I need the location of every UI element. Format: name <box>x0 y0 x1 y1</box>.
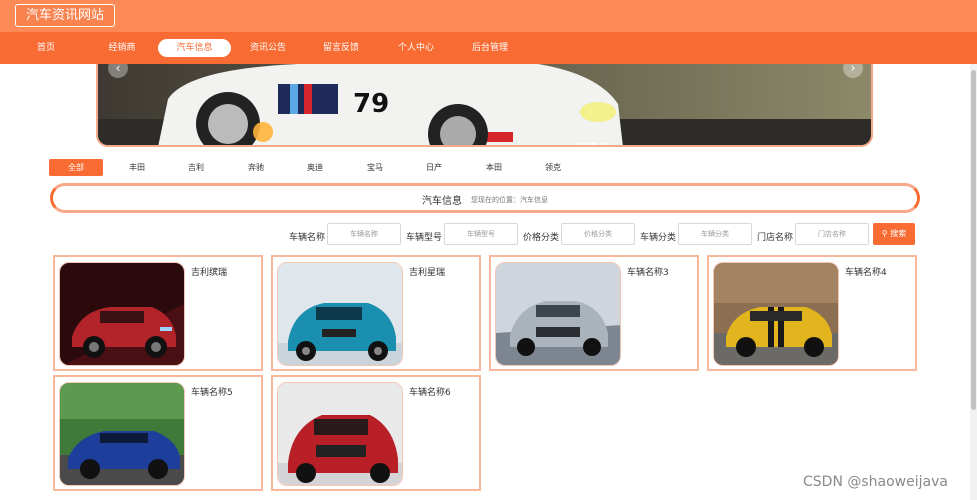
banner-dot[interactable] <box>600 143 608 145</box>
banner-pagination <box>578 131 611 145</box>
car-category-input[interactable]: 车辆分类 <box>678 223 752 245</box>
car-card[interactable]: 车辆名称5 <box>53 375 263 491</box>
car-name[interactable]: 吉利缤瑞 <box>191 265 227 278</box>
page-scrollbar[interactable] <box>970 64 977 500</box>
nav-item-admin[interactable]: 后台管理 <box>468 39 512 57</box>
car-image[interactable] <box>59 262 185 366</box>
svg-text:79: 79 <box>353 89 389 119</box>
car-image[interactable] <box>713 262 839 366</box>
category-bmw[interactable]: 宝马 <box>348 159 402 176</box>
car-image[interactable] <box>59 382 185 486</box>
banner-race-car-image: 79 <box>98 64 871 145</box>
category-audi[interactable]: 奥迪 <box>288 159 342 176</box>
nav-item-dealers[interactable]: 经销商 <box>104 39 140 57</box>
category-toyota[interactable]: 丰田 <box>110 159 164 176</box>
section-title: 汽车信息 <box>422 196 462 207</box>
site-title[interactable]: 汽车资讯网站 <box>15 4 116 27</box>
category-geely[interactable]: 吉利 <box>169 159 223 176</box>
car-name[interactable]: 车辆名称3 <box>627 265 669 278</box>
main-nav: 首页 经销商 汽车信息 资讯公告 留言反馈 个人中心 后台管理 <box>0 32 977 64</box>
car-card[interactable]: 吉利星瑞 <box>271 255 481 371</box>
category-nissan[interactable]: 日产 <box>407 159 461 176</box>
car-card[interactable]: 车辆名称3 <box>489 255 699 371</box>
car-name[interactable]: 车辆名称5 <box>191 385 233 398</box>
store-name-input[interactable]: 门店名称 <box>795 223 869 245</box>
car-name[interactable]: 车辆名称4 <box>845 265 887 278</box>
top-bar: 汽车资讯网站 <box>0 0 977 32</box>
category-all[interactable]: 全部 <box>49 159 103 176</box>
category-honda[interactable]: 本田 <box>467 159 521 176</box>
car-name-label: 车辆名称 <box>289 233 326 243</box>
car-card[interactable]: 车辆名称6 <box>271 375 481 491</box>
nav-item-feedback[interactable]: 留言反馈 <box>319 39 363 57</box>
banner-carousel[interactable]: 79 ‹ › <box>96 64 873 147</box>
car-name-input[interactable]: 车辆名称 <box>327 223 401 245</box>
category-benz[interactable]: 奔驰 <box>229 159 283 176</box>
store-name-label: 门店名称 <box>757 233 794 243</box>
banner-dot[interactable] <box>578 143 586 145</box>
search-button-label: 搜索 <box>890 229 907 238</box>
breadcrumb: 您现在的位置：汽车信息 <box>471 196 548 204</box>
search-button[interactable]: ⚲ 搜索 <box>873 223 915 245</box>
watermark: CSDN @shaoweijava <box>803 474 948 490</box>
car-model-label: 车辆型号 <box>406 233 443 243</box>
car-name[interactable]: 车辆名称6 <box>409 385 451 398</box>
price-category-label: 价格分类 <box>523 233 560 243</box>
scrollbar-thumb[interactable] <box>971 70 976 410</box>
car-card[interactable]: 车辆名称4 <box>707 255 917 371</box>
car-image[interactable] <box>277 262 403 366</box>
category-lynkco[interactable]: 领克 <box>526 159 580 176</box>
car-card[interactable]: 吉利缤瑞 <box>53 255 263 371</box>
car-image[interactable] <box>495 262 621 366</box>
nav-item-profile[interactable]: 个人中心 <box>394 39 438 57</box>
price-category-input[interactable]: 价格分类 <box>561 223 635 245</box>
nav-item-news[interactable]: 资讯公告 <box>246 39 290 57</box>
nav-item-home[interactable]: 首页 <box>30 39 62 57</box>
section-header: 汽车信息 您现在的位置：汽车信息 <box>50 183 920 213</box>
car-name[interactable]: 吉利星瑞 <box>409 265 445 278</box>
car-model-input[interactable]: 车辆型号 <box>444 223 518 245</box>
search-icon: ⚲ <box>881 229 888 238</box>
nav-item-car-info[interactable]: 汽车信息 <box>158 39 231 57</box>
banner-dot-active[interactable] <box>589 143 597 145</box>
car-category-label: 车辆分类 <box>640 233 677 243</box>
car-image[interactable] <box>277 382 403 486</box>
